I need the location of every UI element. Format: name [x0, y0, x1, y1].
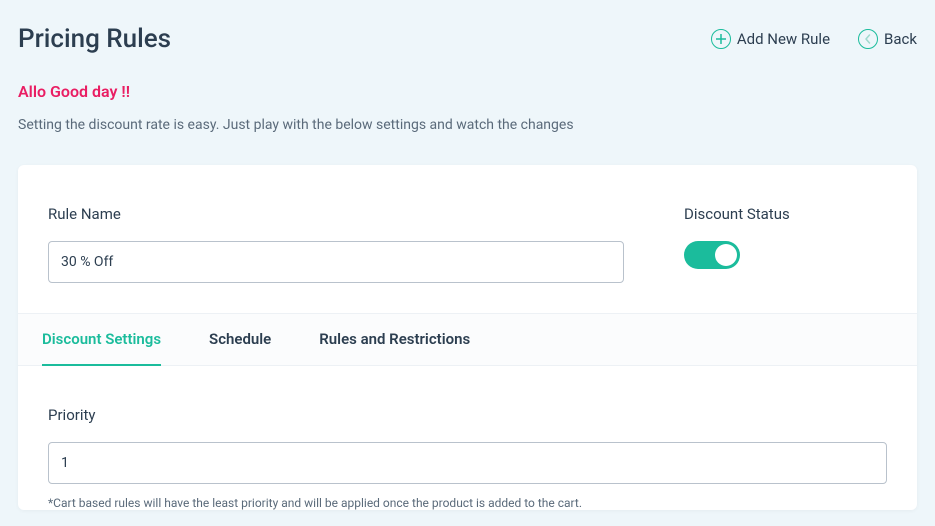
- priority-input[interactable]: [48, 442, 887, 484]
- header-actions: Add New Rule Back: [711, 29, 917, 49]
- chevron-left-icon: [858, 29, 878, 49]
- discount-status-label: Discount Status: [684, 205, 790, 223]
- back-button[interactable]: Back: [858, 29, 917, 49]
- priority-label: Priority: [48, 406, 887, 424]
- tabs-row: Discount Settings Schedule Rules and Res…: [18, 313, 917, 366]
- rule-name-input[interactable]: [48, 241, 624, 283]
- rule-name-label: Rule Name: [48, 205, 624, 223]
- instruction-text: Setting the discount rate is easy. Just …: [18, 117, 917, 133]
- plus-circle-icon: [711, 29, 731, 49]
- page-header: Pricing Rules Add New Rule Back: [18, 24, 917, 54]
- tab-schedule[interactable]: Schedule: [209, 314, 271, 366]
- greeting-text: Allo Good day !!: [18, 82, 917, 101]
- priority-hint: *Cart based rules will have the least pr…: [48, 496, 887, 510]
- discount-status-group: Discount Status: [684, 205, 790, 269]
- page-title: Pricing Rules: [18, 24, 171, 54]
- discount-status-toggle[interactable]: [684, 241, 740, 269]
- tab-discount-settings[interactable]: Discount Settings: [42, 314, 161, 366]
- rule-card: Rule Name Discount Status Discount Setti…: [18, 165, 917, 510]
- add-new-rule-button[interactable]: Add New Rule: [711, 29, 830, 49]
- rule-basic-section: Rule Name Discount Status: [18, 165, 917, 313]
- tab-rules-restrictions[interactable]: Rules and Restrictions: [319, 314, 470, 366]
- back-label: Back: [884, 30, 917, 48]
- toggle-knob-icon: [715, 244, 737, 266]
- add-new-rule-label: Add New Rule: [737, 30, 830, 48]
- rule-name-group: Rule Name: [48, 205, 624, 283]
- discount-settings-panel: Priority *Cart based rules will have the…: [18, 366, 917, 510]
